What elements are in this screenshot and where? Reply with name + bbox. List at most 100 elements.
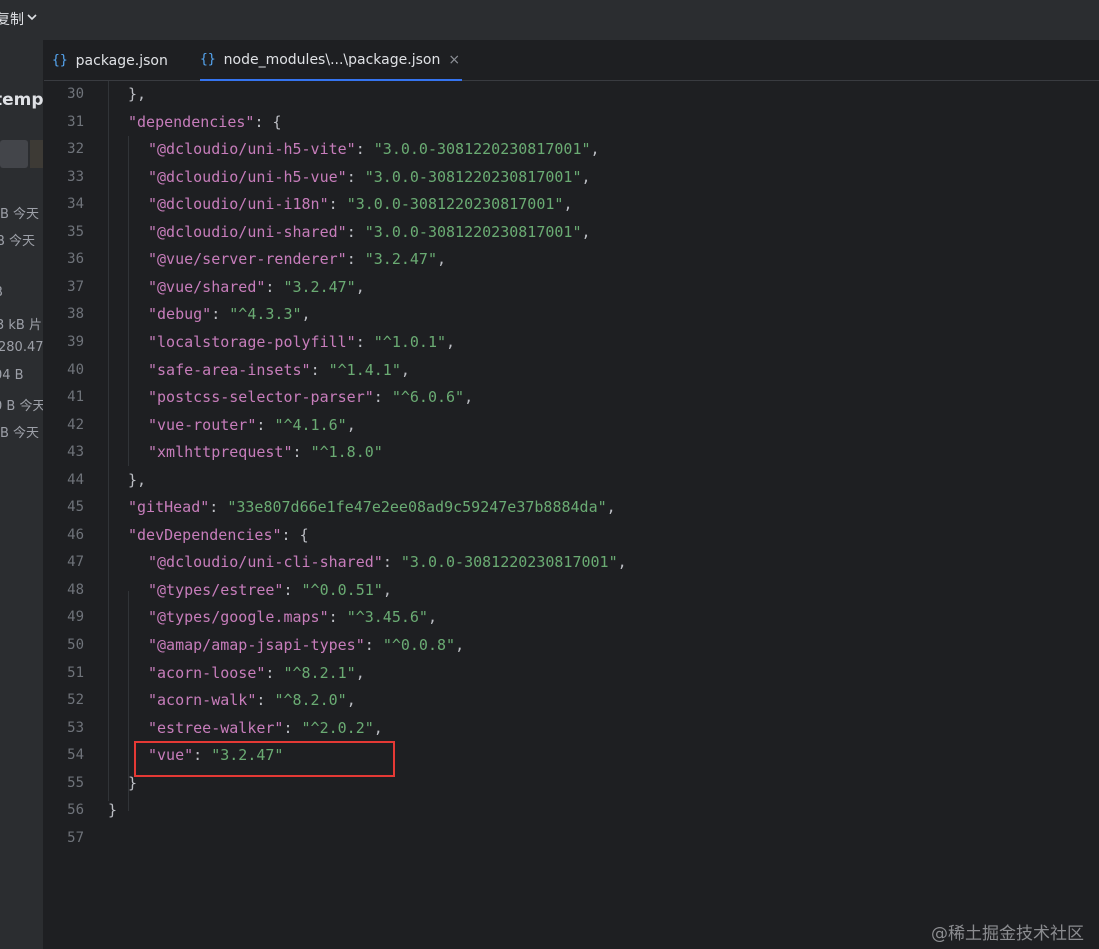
code-line[interactable]: "acorn-walk": "^8.2.0", bbox=[148, 690, 356, 710]
file-meta[interactable]: B 今天 bbox=[0, 422, 39, 441]
code-line[interactable]: "@dcloudio/uni-h5-vue": "3.0.0-308122023… bbox=[148, 167, 591, 187]
json-string: "3.0.0-3081220230817001" bbox=[400, 553, 618, 572]
line-number: 55 bbox=[67, 774, 84, 791]
close-icon[interactable]: × bbox=[448, 52, 460, 68]
json-string: "3.0.0-3081220230817001" bbox=[373, 140, 591, 159]
json-key: "vue" bbox=[148, 746, 194, 765]
json-string: "^0.0.8" bbox=[382, 636, 456, 654]
file-meta[interactable]: B bbox=[0, 285, 3, 300]
file-meta[interactable]: 0 B 今天 bbox=[0, 395, 43, 414]
file-meta[interactable]: 04 B bbox=[0, 368, 24, 383]
editor-area: {} package.json {} node_modules\...\pack… bbox=[44, 40, 1099, 949]
line-number: 41 bbox=[67, 389, 84, 406]
json-key: "@amap/amap-jsapi-types" bbox=[148, 636, 365, 654]
code-line[interactable]: "@dcloudio/uni-h5-vite": "3.0.0-30812202… bbox=[148, 139, 600, 159]
code-line[interactable]: "@amap/amap-jsapi-types": "^0.0.8", bbox=[148, 635, 464, 655]
line-number: 40 bbox=[67, 361, 84, 378]
code-line[interactable]: "estree-walker": "^2.0.2", bbox=[148, 718, 383, 738]
json-punctuation: , bbox=[563, 195, 573, 214]
tab-node-modules-package-json[interactable]: {} node_modules\...\package.json × bbox=[200, 40, 463, 81]
code-line[interactable]: "@vue/server-renderer": "3.2.47", bbox=[148, 249, 446, 269]
project-panel: templa B 今天 B 今天 B 3 kB 片 280.47 04 B 0 … bbox=[0, 40, 44, 949]
code-line[interactable]: "vue": "3.2.47" bbox=[148, 745, 283, 765]
code-line[interactable]: "@dcloudio/uni-shared": "3.0.0-308122023… bbox=[148, 222, 591, 242]
line-number: 49 bbox=[67, 609, 84, 626]
code-line[interactable]: "@types/estree": "^0.0.51", bbox=[148, 580, 392, 600]
code-line[interactable]: }, bbox=[128, 84, 146, 104]
json-punctuation: , bbox=[437, 250, 447, 269]
code-line[interactable]: "xmlhttprequest": "^1.8.0" bbox=[148, 442, 383, 462]
json-key: "gitHead" bbox=[128, 498, 210, 517]
code-line[interactable]: "@types/google.maps": "^3.45.6", bbox=[148, 607, 437, 627]
json-string: "^1.8.0" bbox=[310, 443, 383, 462]
indent-guide bbox=[128, 591, 129, 811]
line-number: 38 bbox=[67, 306, 84, 323]
json-key: "@dcloudio/uni-h5-vue" bbox=[148, 167, 347, 186]
search-input[interactable] bbox=[0, 140, 28, 168]
line-number: 44 bbox=[67, 471, 84, 488]
json-punctuation: }, bbox=[128, 85, 147, 103]
json-key: "localstorage-polyfill" bbox=[148, 332, 356, 351]
json-punctuation: , bbox=[606, 498, 616, 517]
json-key: "debug" bbox=[148, 305, 212, 324]
json-punctuation: : bbox=[209, 498, 228, 517]
chevron-down-icon[interactable] bbox=[25, 10, 39, 24]
code-line[interactable]: }, bbox=[128, 470, 146, 490]
json-punctuation: , bbox=[382, 580, 392, 599]
json-punctuation: , bbox=[346, 691, 356, 710]
code-line[interactable]: "gitHead": "33e807d66e1fe47e2ee08ad9c592… bbox=[128, 497, 616, 517]
json-key: "@vue/server-renderer" bbox=[148, 250, 347, 269]
code-line[interactable]: "@dcloudio/uni-cli-shared": "3.0.0-30812… bbox=[148, 552, 627, 572]
json-string: "^1.0.1" bbox=[373, 332, 447, 351]
json-punctuation: : bbox=[292, 443, 311, 462]
json-string: "3.0.0-3081220230817001" bbox=[364, 167, 582, 186]
json-key: "@dcloudio/uni-i18n" bbox=[148, 195, 329, 214]
json-key: "@vue/shared" bbox=[148, 277, 266, 296]
json-string: "^3.45.6" bbox=[346, 608, 428, 627]
json-punctuation: : bbox=[256, 415, 275, 434]
tab-package-json[interactable]: {} package.json bbox=[52, 40, 168, 81]
json-key: "vue-router" bbox=[148, 415, 257, 434]
code-line[interactable]: "dependencies": { bbox=[128, 112, 282, 132]
title-bar: 复制 bbox=[0, 0, 1099, 40]
file-meta[interactable]: B 今天 bbox=[0, 203, 39, 222]
indent-guide bbox=[108, 81, 109, 801]
json-punctuation: , bbox=[455, 636, 465, 654]
filter-button[interactable] bbox=[30, 140, 43, 168]
code-view[interactable]: 30}, 31 "dependencies": {32 "@dcloudio/uni-… bbox=[44, 81, 1099, 949]
json-punctuation: , bbox=[581, 222, 591, 241]
code-line[interactable]: "vue-router": "^4.1.6", bbox=[148, 415, 356, 435]
file-meta[interactable]: B 今天 bbox=[0, 230, 35, 249]
json-punctuation: } bbox=[108, 801, 118, 820]
line-number: 48 bbox=[67, 581, 84, 598]
code-line[interactable]: } bbox=[108, 800, 117, 820]
code-line[interactable]: "@vue/shared": "3.2.47", bbox=[148, 277, 365, 297]
json-string: "3.2.47" bbox=[283, 277, 356, 296]
json-key: "xmlhttprequest" bbox=[148, 443, 293, 462]
code-line[interactable]: "debug": "^4.3.3", bbox=[148, 304, 311, 324]
line-number: 34 bbox=[67, 196, 84, 213]
code-line[interactable]: "localstorage-polyfill": "^1.0.1", bbox=[148, 332, 455, 352]
json-string: "^6.0.6" bbox=[391, 388, 465, 407]
code-line[interactable]: "devDependencies": { bbox=[128, 525, 309, 545]
json-string: "^4.1.6" bbox=[274, 415, 347, 434]
code-line[interactable]: } bbox=[128, 773, 137, 793]
line-number: 30 bbox=[67, 86, 84, 102]
json-key: "dependencies" bbox=[128, 112, 255, 131]
file-meta[interactable]: 280.47 bbox=[0, 340, 43, 355]
json-punctuation: : bbox=[355, 140, 374, 159]
project-name[interactable]: templa bbox=[0, 90, 43, 110]
file-meta[interactable]: 3 kB 片 bbox=[0, 314, 42, 333]
code-line[interactable]: "@dcloudio/uni-i18n": "3.0.0-30812202308… bbox=[148, 194, 572, 214]
line-number: 50 bbox=[67, 637, 84, 653]
line-number: 37 bbox=[67, 278, 84, 295]
json-punctuation: : { bbox=[281, 525, 309, 544]
code-line[interactable]: "safe-area-insets": "^1.4.1", bbox=[148, 360, 410, 380]
code-line[interactable]: "postcss-selector-parser": "^6.0.6", bbox=[148, 387, 473, 407]
code-line[interactable]: "acorn-loose": "^8.2.1", bbox=[148, 663, 365, 683]
json-string: "3.0.0-3081220230817001" bbox=[346, 195, 564, 214]
json-punctuation: : bbox=[355, 332, 374, 351]
json-punctuation: : bbox=[283, 718, 302, 737]
line-number: 39 bbox=[67, 333, 84, 350]
line-number: 42 bbox=[67, 416, 84, 433]
